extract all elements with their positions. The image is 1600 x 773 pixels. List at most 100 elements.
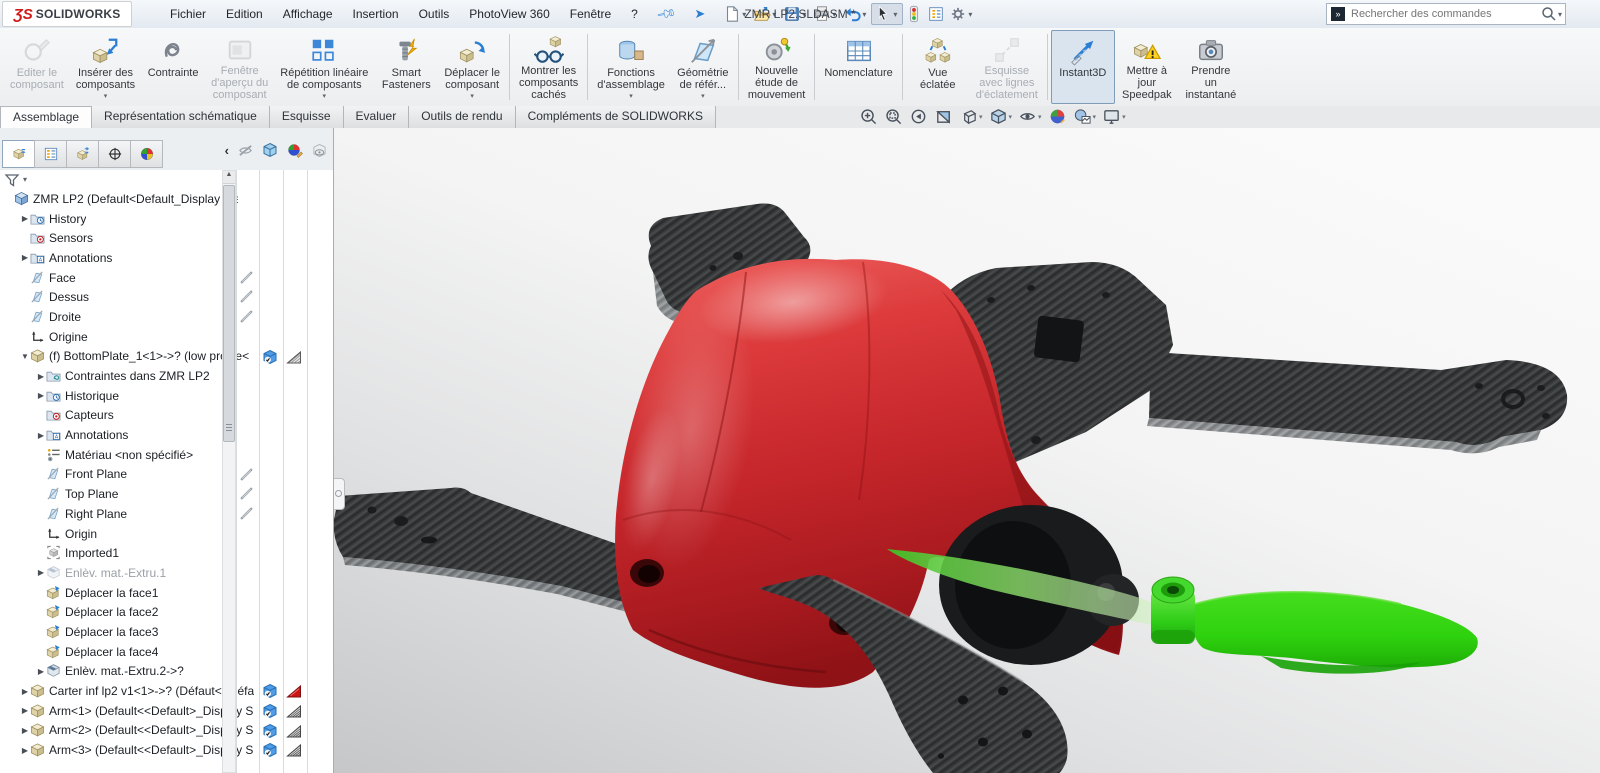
view-orientation-icon[interactable]: ▾ (958, 107, 984, 126)
tree-collapsed-arrow-icon[interactable]: ▶ (36, 391, 46, 400)
ribbon-vue[interactable]: Vue éclatée (906, 30, 970, 104)
menu--[interactable]: ? (621, 3, 648, 25)
file-properties-icon[interactable] (925, 4, 947, 24)
tree-scrollbar[interactable]: ▲ (222, 170, 236, 773)
tab-assemblage[interactable]: Assemblage (0, 106, 93, 129)
view-settings-icon-caret[interactable]: ▾ (1122, 113, 1126, 121)
zoom-to-area-icon[interactable] (883, 107, 904, 126)
menu-photoview-360[interactable]: PhotoView 360 (459, 3, 560, 25)
panel-splitter-handle[interactable] (334, 478, 345, 510)
menu-edition[interactable]: Edition (216, 3, 273, 25)
appearances-icon[interactable] (287, 142, 303, 158)
display-pane-cube-icon[interactable] (262, 142, 278, 158)
section-view-icon[interactable] (933, 107, 954, 126)
ribbon-smart[interactable]: Smart Fasteners (374, 30, 438, 104)
hidden-plane-icon[interactable] (239, 486, 255, 502)
search-caret-icon[interactable]: ▾ (1558, 10, 1562, 19)
hidden-plane-icon[interactable] (239, 506, 255, 522)
appearance-carbon-icon[interactable] (286, 723, 302, 739)
menu-affichage[interactable]: Affichage (273, 3, 343, 25)
propertymanager-tab[interactable] (34, 140, 67, 168)
pin-icon[interactable]: ➤ (694, 6, 705, 22)
transparency-icon[interactable] (312, 143, 327, 158)
dropdown-caret-icon[interactable]: ▾ (104, 92, 108, 100)
options-gear-icon-caret[interactable]: ▾ (968, 10, 972, 19)
search-magnifier-icon[interactable] (1541, 6, 1557, 22)
configurationmanager-tab[interactable] (66, 140, 99, 168)
hidden-plane-icon[interactable] (239, 270, 255, 286)
tree-collapsed-arrow-icon[interactable]: ▶ (36, 667, 46, 676)
print-icon-caret[interactable]: ▾ (832, 10, 836, 19)
apply-scene-icon-caret[interactable]: ▾ (1093, 113, 1097, 121)
apply-scene-icon[interactable]: ▾ (1072, 107, 1098, 126)
command-search[interactable]: » ▾ (1326, 3, 1566, 25)
appearance-carbon-icon[interactable] (286, 703, 302, 719)
dropdown-caret-icon[interactable]: ▾ (470, 92, 474, 100)
ribbon-r-p-tition-lin-aire[interactable]: Répétition linéaire de composants ▾ (274, 30, 374, 104)
tree-collapsed-arrow-icon[interactable]: ▶ (20, 687, 30, 696)
open-icon-caret[interactable]: ▾ (772, 10, 776, 19)
tree-collapsed-arrow-icon[interactable]: ▶ (20, 746, 30, 755)
collapse-pane-icon[interactable]: ‹ (225, 143, 229, 158)
graphics-viewport[interactable] (334, 128, 1600, 773)
ribbon-mettre-[interactable]: Mettre à jour Speedpak (1115, 30, 1179, 104)
undo-icon[interactable]: ▾ (841, 4, 871, 24)
zoom-to-fit-icon[interactable] (858, 107, 879, 126)
appearance-carbon-icon[interactable] (286, 742, 302, 758)
tree-collapsed-arrow-icon[interactable]: ▶ (20, 253, 30, 262)
ribbon-prendre[interactable]: Prendre un instantané (1179, 30, 1243, 104)
tree-collapsed-arrow-icon[interactable]: ▶ (36, 431, 46, 440)
tree-collapsed-arrow-icon[interactable]: ▶ (20, 726, 30, 735)
hidden-plane-icon[interactable] (239, 289, 255, 305)
pin-menu-icon[interactable]: 📌︎ (655, 3, 677, 26)
tree-collapsed-arrow-icon[interactable]: ▶ (20, 214, 30, 223)
tab-outils-de-rendu[interactable]: Outils de rendu (409, 106, 516, 128)
filter-funnel-icon[interactable] (4, 172, 20, 188)
display-state-cube-icon[interactable] (262, 742, 278, 758)
save-icon[interactable]: ▾ (781, 4, 811, 24)
undo-icon-caret[interactable]: ▾ (862, 10, 866, 19)
ribbon-ins-rer-des[interactable]: Insérer des composants ▾ (70, 30, 141, 104)
display-state-cube-icon[interactable] (262, 683, 278, 699)
appearance-red-icon[interactable] (286, 683, 302, 699)
hide-show-items-icon-caret[interactable]: ▾ (1038, 113, 1042, 121)
tab-compl-ments-de-solidworks[interactable]: Compléments de SOLIDWORKS (515, 106, 716, 128)
tab-repr-sentation-sch-matique[interactable]: Représentation schématique (92, 106, 270, 128)
save-icon-caret[interactable]: ▾ (802, 10, 806, 19)
print-icon[interactable]: ▾ (811, 4, 841, 24)
filter-caret-icon[interactable]: ▾ (23, 175, 27, 184)
select-cursor-icon[interactable]: ▾ (871, 3, 904, 25)
menu-fen-tre[interactable]: Fenêtre (560, 3, 621, 25)
ribbon-nomenclature[interactable]: Nomenclature (818, 30, 898, 104)
appearance-gray-icon[interactable] (286, 349, 302, 365)
new-document-icon[interactable]: ▾ (721, 4, 751, 24)
tree-collapsed-arrow-icon[interactable]: ▶ (36, 372, 46, 381)
tree-expanded-arrow-icon[interactable]: ▼ (20, 352, 30, 361)
select-cursor-icon-caret[interactable]: ▾ (893, 10, 897, 19)
ribbon-fonctions[interactable]: Fonctions d'assemblage ▾ (591, 30, 671, 104)
open-icon[interactable]: ▾ (751, 4, 781, 24)
search-input[interactable] (1349, 7, 1541, 21)
new-document-icon-caret[interactable]: ▾ (742, 10, 746, 19)
edit-appearance-icon[interactable] (1047, 107, 1068, 126)
ribbon-montrer-les[interactable]: Montrer les composants cachés (513, 30, 584, 104)
scrollbar-thumb[interactable] (223, 185, 235, 442)
ribbon-instant3d[interactable]: Instant3D (1050, 30, 1115, 104)
ribbon-contrainte[interactable]: Contrainte (141, 30, 205, 104)
hide-show-items-icon[interactable]: ▾ (1017, 107, 1043, 126)
display-state-cube-icon[interactable] (262, 703, 278, 719)
scrollbar-up-arrow[interactable]: ▲ (223, 171, 235, 184)
tab-evaluer[interactable]: Evaluer (343, 106, 410, 128)
display-state-cube-icon[interactable] (262, 349, 278, 365)
options-gear-icon[interactable]: ▾ (947, 4, 977, 24)
view-settings-icon[interactable]: ▾ (1101, 107, 1127, 126)
previous-view-icon[interactable] (908, 107, 929, 126)
ribbon-g-om-trie[interactable]: Géométrie de référ... ▾ (671, 30, 735, 104)
dimxpertmanager-tab[interactable] (98, 140, 131, 168)
ribbon-d-placer-le[interactable]: Déplacer le composant ▾ (438, 30, 506, 104)
dropdown-caret-icon[interactable]: ▾ (323, 92, 327, 100)
dropdown-caret-icon[interactable]: ▾ (701, 92, 705, 100)
tab-esquisse[interactable]: Esquisse (269, 106, 344, 128)
hidden-plane-icon[interactable] (239, 467, 255, 483)
menu-outils[interactable]: Outils (409, 3, 460, 25)
